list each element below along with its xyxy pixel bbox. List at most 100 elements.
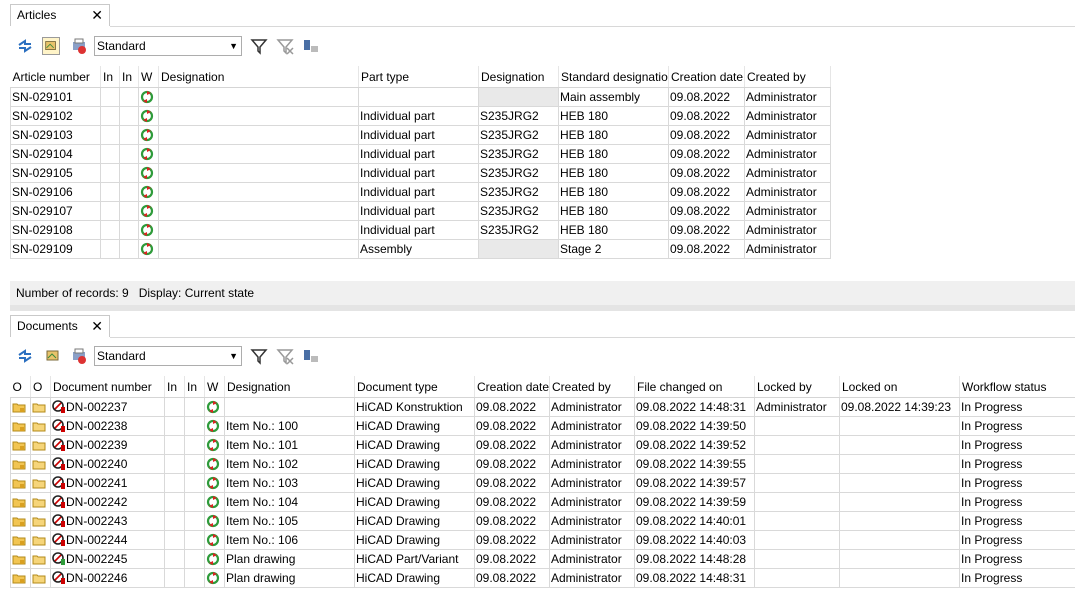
articles-header-row: Article number In In W Designation Part type D… [10,66,831,88]
table-cell: Administrator [744,87,831,107]
column-settings-icon[interactable] [302,347,320,365]
table-cell: Individual part [358,182,479,202]
table-cell [839,435,960,455]
column-header[interactable]: Document number [50,376,165,398]
column-header[interactable]: Designation [158,66,359,88]
table-cell [100,201,120,221]
articles-table: Article number In In W Designation Part type D… [10,66,831,259]
table-cell: Administrator [549,397,635,417]
table-cell [204,568,225,588]
table-row[interactable]: SN-029103 Individual part S235JRG2 HEB 180 0… [10,125,831,145]
column-header[interactable]: Designation [224,376,355,398]
table-cell: Administrator [549,530,635,550]
table-cell [158,239,359,259]
table-row[interactable]: SN-029102 Individual part S235JRG2 HEB 180 0… [10,106,831,126]
table-row[interactable]: DN-002245 Plan drawing HiCAD Part/Variant 0… [10,549,1075,569]
table-cell: Item No.: 105 [224,511,355,531]
table-cell [100,239,120,259]
close-icon[interactable]: ✕ [91,5,103,26]
table-row[interactable]: SN-029109 Assembly Stage 2 09.08.2022 Admini… [10,239,831,259]
column-settings-icon[interactable] [302,37,320,55]
table-cell: HEB 180 [558,144,669,164]
column-header[interactable]: Created by [549,376,635,398]
view-icon[interactable] [42,37,60,55]
table-cell: DN-002238 [50,416,165,436]
view-select[interactable]: Standard ▼ [94,36,242,56]
table-row[interactable]: DN-002246 Plan drawing HiCAD Drawing 09.08.… [10,568,1075,588]
table-cell: SN-029108 [10,220,101,240]
column-header[interactable]: Standard designation [558,66,669,88]
table-row[interactable]: SN-029101 Main assembly 09.08.2022 Administ… [10,87,831,107]
table-row[interactable]: DN-002237 HiCAD Konstruktion 09.08.2022 Adm… [10,397,1075,417]
workflow-icon [140,90,154,104]
table-cell: S235JRG2 [478,106,559,126]
column-header[interactable]: Creation date [474,376,550,398]
column-header[interactable]: O [10,376,31,398]
table-cell [119,239,139,259]
folder-lock-icon [12,514,26,528]
table-cell: 09.08.2022 [474,549,550,569]
column-header[interactable]: W [138,66,159,88]
column-header[interactable]: File changed on [634,376,755,398]
table-cell: DN-002243 [50,511,165,531]
status-cell [30,454,51,474]
table-row[interactable]: DN-002239 Item No.: 101 HiCAD Drawing 09.08… [10,435,1075,455]
status-cell [30,492,51,512]
column-header[interactable]: In [119,66,139,88]
table-cell [754,416,840,436]
table-cell: SN-029102 [10,106,101,126]
table-row[interactable]: DN-002244 Item No.: 106 HiCAD Drawing 09.08… [10,530,1075,550]
print-icon[interactable] [70,347,88,365]
table-row[interactable]: DN-002240 Item No.: 102 HiCAD Drawing 09.08… [10,454,1075,474]
workflow-icon [140,204,154,218]
table-row[interactable]: SN-029104 Individual part S235JRG2 HEB 180 0… [10,144,831,164]
table-row[interactable]: SN-029108 Individual part S235JRG2 HEB 180 0… [10,220,831,240]
table-cell [184,530,205,550]
table-cell: SN-029101 [10,87,101,107]
refresh-icon[interactable] [16,347,34,365]
clear-filter-icon[interactable] [276,37,294,55]
column-header[interactable]: Article number [10,66,101,88]
table-row[interactable]: DN-002238 Item No.: 100 HiCAD Drawing 09.08… [10,416,1075,436]
table-row[interactable]: DN-002241 Item No.: 103 HiCAD Drawing 09.08… [10,473,1075,493]
table-cell: 09.08.2022 [474,530,550,550]
column-header[interactable]: Part type [358,66,479,88]
column-header[interactable]: Designation [478,66,559,88]
column-header[interactable]: Locked on [839,376,960,398]
clear-filter-icon[interactable] [276,347,294,365]
table-cell [358,87,479,107]
table-row[interactable]: DN-002243 Item No.: 105 HiCAD Drawing 09.08… [10,511,1075,531]
tab-articles[interactable]: Articles ✕ [10,4,110,26]
column-header[interactable]: W [204,376,225,398]
column-header[interactable]: In [184,376,205,398]
table-row[interactable]: SN-029105 Individual part S235JRG2 HEB 180 0… [10,163,831,183]
column-header[interactable]: Document type [354,376,475,398]
column-header[interactable]: In [164,376,185,398]
table-cell [100,125,120,145]
refresh-icon[interactable] [16,37,34,55]
column-header[interactable]: O [30,376,51,398]
tab-documents[interactable]: Documents ✕ [10,315,110,337]
column-header[interactable]: Workflow status [959,376,1075,398]
column-header[interactable]: Creation date [668,66,745,88]
table-cell: S235JRG2 [478,125,559,145]
close-icon[interactable]: ✕ [91,316,103,337]
view-select[interactable]: Standard ▼ [94,346,242,366]
table-row[interactable]: DN-002242 Item No.: 104 HiCAD Drawing 09.08… [10,492,1075,512]
view-icon[interactable] [44,347,62,365]
filter-icon[interactable] [250,347,268,365]
status-cell [10,511,31,531]
status-cell [10,397,31,417]
table-row[interactable]: SN-029106 Individual part S235JRG2 HEB 180 0… [10,182,831,202]
workflow-icon [206,533,220,547]
column-header[interactable]: Locked by [754,376,840,398]
table-cell: 09.08.2022 14:39:50 [634,416,755,436]
table-cell: HEB 180 [558,220,669,240]
filter-icon[interactable] [250,37,268,55]
doc-status-icon [52,552,66,566]
print-icon[interactable] [70,37,88,55]
column-header[interactable]: In [100,66,120,88]
table-cell [478,87,559,107]
table-row[interactable]: SN-029107 Individual part S235JRG2 HEB 180 0… [10,201,831,221]
column-header[interactable]: Created by [744,66,831,88]
